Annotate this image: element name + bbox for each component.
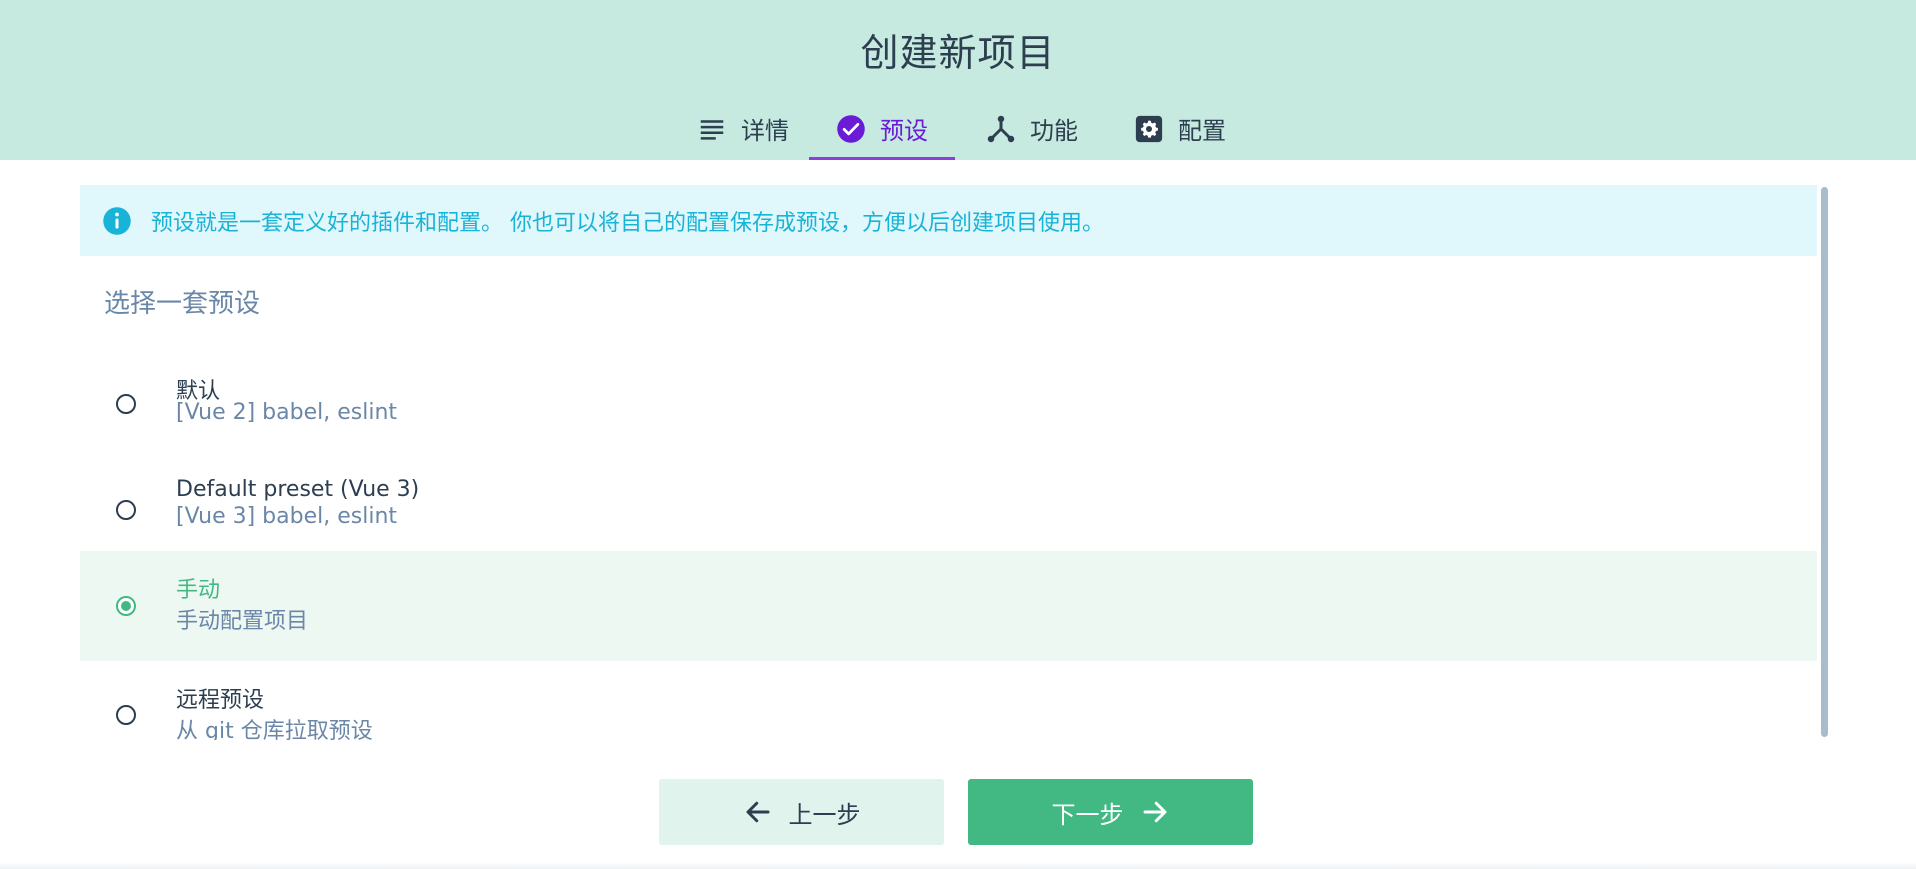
option-name: 手动 [176, 578, 221, 603]
tab-features[interactable]: 功能 [982, 100, 1082, 157]
radio-button[interactable] [116, 705, 136, 725]
info-icon [102, 206, 132, 236]
scrollbar[interactable] [1821, 187, 1828, 737]
gear-icon [1134, 114, 1164, 144]
tab-label: 功能 [1030, 117, 1078, 145]
option-description: [Vue 3] babel, eslint [176, 504, 398, 529]
arrow-right-icon [1140, 797, 1170, 827]
page-title: 创建新项目 [860, 31, 1056, 75]
fork-icon [986, 114, 1016, 144]
tab-preset[interactable]: 预设 [809, 100, 955, 160]
option-description: 手动配置项目 [176, 609, 309, 634]
info-text: 预设就是一套定义好的插件和配置。 你也可以将自己的配置保存成预设，方便以后创建项… [151, 210, 1104, 236]
option-name: Default preset (Vue 3) [176, 477, 420, 502]
radio-button[interactable] [116, 500, 136, 520]
tab-label: 配置 [1178, 117, 1226, 145]
list-icon [697, 114, 727, 144]
previous-button[interactable]: 上一步 [659, 779, 944, 845]
tab-details[interactable]: 详情 [688, 100, 798, 157]
previous-button-label: 上一步 [788, 800, 861, 829]
tab-bar: 详情 预设 功能 配置 [0, 100, 1916, 160]
option-name: 远程预设 [176, 688, 265, 713]
section-title: 选择一套预设 [104, 289, 261, 319]
option-description: [Vue 2] babel, eslint [176, 400, 398, 425]
radio-button[interactable] [116, 596, 136, 616]
preset-option-remote[interactable]: 远程预设 从 git 仓库拉取预设 [80, 663, 1817, 740]
check-circle-icon [836, 114, 866, 144]
tab-label: 预设 [880, 117, 928, 145]
footer-divider [0, 862, 1916, 869]
preset-option-default-vue3[interactable]: Default preset (Vue 3) [Vue 3] babel, es… [80, 460, 1817, 560]
preset-option-default-vue2[interactable]: 默认 [Vue 2] babel, eslint [80, 357, 1817, 457]
tab-config[interactable]: 配置 [1130, 100, 1230, 157]
preset-panel: 预设就是一套定义好的插件和配置。 你也可以将自己的配置保存成预设，方便以后创建项… [80, 185, 1817, 740]
info-banner: 预设就是一套定义好的插件和配置。 你也可以将自己的配置保存成预设，方便以后创建项… [80, 185, 1817, 256]
header: 创建新项目 详情 预设 功能 配置 [0, 0, 1916, 160]
arrow-left-icon [743, 797, 773, 827]
preset-option-manual[interactable]: 手动 手动配置项目 [80, 551, 1817, 661]
next-button-label: 下一步 [1051, 800, 1124, 829]
next-button[interactable]: 下一步 [968, 779, 1253, 845]
tab-label: 详情 [741, 117, 789, 145]
radio-button[interactable] [116, 394, 136, 414]
option-description: 从 git 仓库拉取预设 [176, 719, 373, 740]
